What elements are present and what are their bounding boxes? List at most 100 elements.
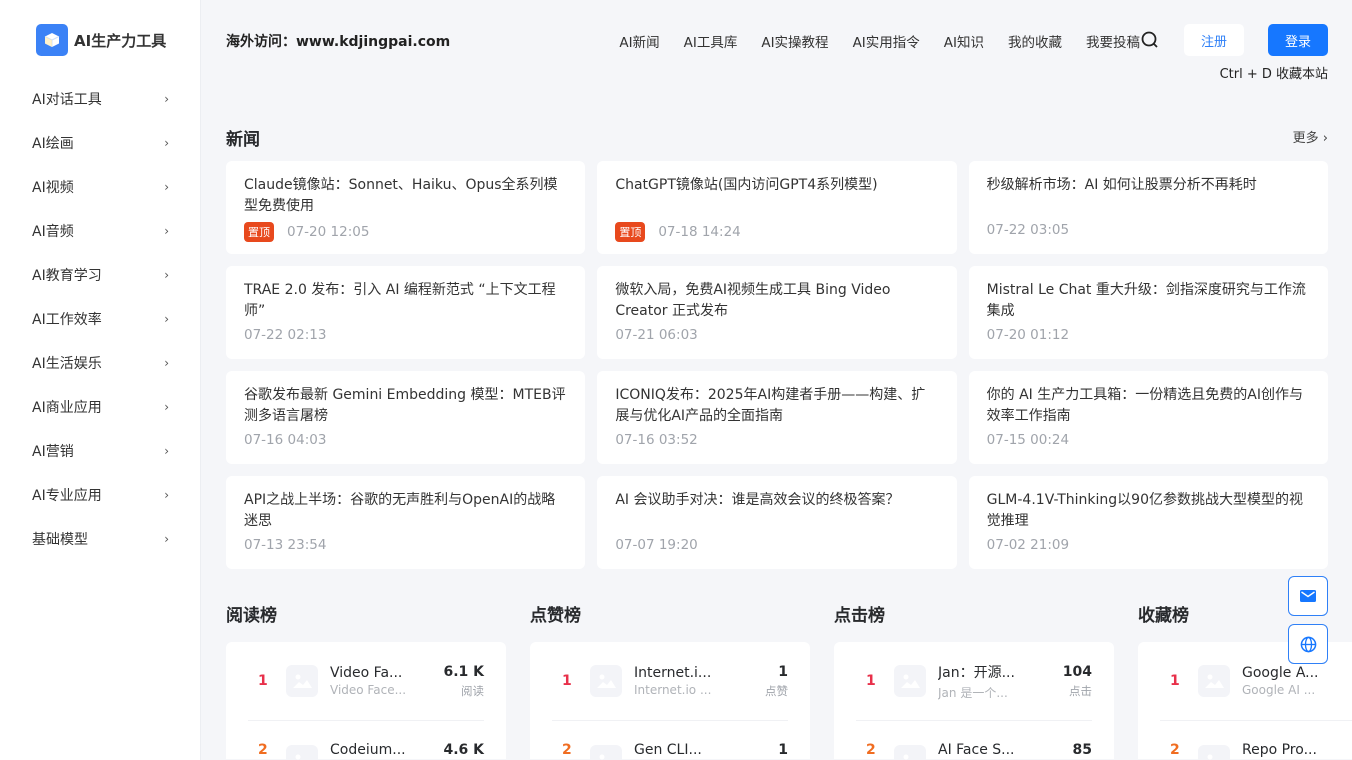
ranking-row[interactable]: 2 Gen CLI... 1 bbox=[552, 721, 788, 760]
sidebar-item[interactable]: AI工作效率 › bbox=[0, 297, 201, 341]
news-meta: 07-02 21:09 bbox=[987, 537, 1069, 553]
tool-name[interactable]: Codeium... bbox=[330, 742, 410, 759]
news-title[interactable]: 你的 AI 生产力工具箱：一份精选且免费的AI创作与效率工作指南 bbox=[987, 385, 1310, 427]
news-time: 07-22 02:13 bbox=[244, 327, 327, 343]
news-meta: 07-21 06:03 bbox=[615, 327, 697, 343]
top-nav-link[interactable]: AI工具库 bbox=[684, 31, 738, 51]
ranking-row[interactable]: 2 AI Face S... 85 bbox=[856, 721, 1092, 760]
sidebar-item[interactable]: AI生活娱乐 › bbox=[0, 341, 201, 385]
sidebar-item-label: AI生活娱乐 bbox=[32, 356, 102, 372]
tool-name[interactable]: Repo Pro... bbox=[1242, 742, 1322, 759]
stat-value: 1 bbox=[778, 663, 788, 680]
sidebar-item-label: AI视频 bbox=[32, 180, 74, 196]
globe-icon bbox=[1300, 636, 1316, 652]
brand-name: AI生产力工具 bbox=[74, 31, 167, 50]
news-title[interactable]: Mistral Le Chat 重大升级：剑指深度研究与工作流集成 bbox=[987, 280, 1310, 322]
mail-button[interactable] bbox=[1288, 576, 1328, 616]
ranking-row[interactable]: 1 Jan：开源... Jan 是一个... 104 点击 bbox=[856, 642, 1092, 721]
sidebar-item[interactable]: 基础模型 › bbox=[0, 517, 201, 561]
news-title[interactable]: 秒级解析市场：AI 如何让股票分析不再耗时 bbox=[987, 175, 1310, 217]
language-button[interactable] bbox=[1288, 624, 1328, 664]
news-title[interactable]: TRAE 2.0 发布：引入 AI 编程新范式 “上下文工程师” bbox=[244, 280, 567, 322]
register-button[interactable]: 注册 bbox=[1184, 24, 1244, 56]
news-title[interactable]: 谷歌发布最新 Gemini Embedding 模型：MTEB评测多语言屠榜 bbox=[244, 385, 567, 427]
search-icon[interactable] bbox=[1140, 30, 1160, 50]
chevron-right-icon: › bbox=[164, 312, 169, 326]
tool-desc: Internet.io ... bbox=[634, 683, 712, 697]
news-title[interactable]: AI 会议助手对决：谁是高效会议的终极答案？ bbox=[615, 490, 938, 532]
sidebar-item-label: AI音频 bbox=[32, 224, 74, 240]
tool-stat: 1 点赞 bbox=[765, 664, 788, 699]
sidebar-item-label: AI对话工具 bbox=[32, 92, 102, 108]
chevron-right-icon: › bbox=[164, 268, 169, 282]
news-title[interactable]: Claude镜像站：Sonnet、Haiku、Opus全系列模型免费使用 bbox=[244, 175, 567, 217]
sidebar-item[interactable]: AI音频 › bbox=[0, 209, 201, 253]
news-card[interactable]: 秒级解析市场：AI 如何让股票分析不再耗时 07-22 03:05 bbox=[968, 161, 1328, 254]
tool-name[interactable]: Google A... bbox=[1242, 665, 1322, 681]
sidebar-item[interactable]: AI绘画 › bbox=[0, 121, 201, 165]
news-time: 07-18 14:24 bbox=[658, 224, 741, 240]
news-title[interactable]: 微软入局，免费AI视频生成工具 Bing Video Creator 正式发布 bbox=[615, 280, 938, 322]
news-more-link[interactable]: 更多 › bbox=[1293, 127, 1328, 146]
news-meta: 07-07 19:20 bbox=[615, 537, 697, 553]
top-nav-link[interactable]: AI新闻 bbox=[619, 31, 659, 51]
news-card[interactable]: 微软入局，免费AI视频生成工具 Bing Video Creator 正式发布 0… bbox=[597, 266, 957, 359]
tool-name[interactable]: AI Face S... bbox=[938, 742, 1018, 759]
news-time: 07-16 03:52 bbox=[615, 432, 698, 448]
ranking-row[interactable]: 1 Video Fa... Video Face... 6.1 K 阅读 bbox=[248, 642, 484, 721]
sidebar-item[interactable]: AI专业应用 › bbox=[0, 473, 201, 517]
sidebar-item[interactable]: AI教育学习 › bbox=[0, 253, 201, 297]
tool-stat: 4.6 K bbox=[443, 742, 484, 759]
mail-icon bbox=[1300, 590, 1316, 602]
sidebar-item[interactable]: AI对话工具 › bbox=[0, 77, 201, 121]
top-nav-link[interactable]: AI知识 bbox=[944, 31, 984, 51]
stat-value: 4.6 K bbox=[443, 742, 484, 758]
top-nav-link[interactable]: 我的收藏 bbox=[1008, 31, 1062, 51]
news-card[interactable]: ChatGPT镜像站(国内访问GPT4系列模型) 置顶 07-18 14:24 bbox=[597, 161, 957, 254]
news-card[interactable]: API之战上半场：谷歌的无声胜利与OpenAI的战略迷思 07-13 23:54 bbox=[226, 476, 586, 569]
news-card[interactable]: AI 会议助手对决：谁是高效会议的终极答案？ 07-07 19:20 bbox=[597, 476, 957, 569]
tool-name[interactable]: Jan：开源... bbox=[938, 662, 1018, 682]
sidebar-item[interactable]: AI商业应用 › bbox=[0, 385, 201, 429]
news-card[interactable]: Mistral Le Chat 重大升级：剑指深度研究与工作流集成 07-20 0… bbox=[968, 266, 1328, 359]
chevron-right-icon: › bbox=[164, 488, 169, 502]
news-card[interactable]: ICONIQ发布：2025年AI构建者手册——构建、扩展与优化AI产品的全面指南… bbox=[597, 371, 957, 464]
news-card[interactable]: GLM-4.1V-Thinking以90亿参数挑战大型模型的视觉推理 07-02 … bbox=[968, 476, 1328, 569]
news-title[interactable]: API之战上半场：谷歌的无声胜利与OpenAI的战略迷思 bbox=[244, 490, 567, 532]
top-nav-link[interactable]: 我要投稿 bbox=[1086, 31, 1140, 51]
top-nav-link[interactable]: AI实用指令 bbox=[853, 31, 920, 51]
sidebar: AI生产力工具 AI对话工具 › AI绘画 › AI视频 › AI音频 › AI教育学习 › AI工… bbox=[0, 0, 201, 760]
news-card[interactable]: Claude镜像站：Sonnet、Haiku、Opus全系列模型免费使用 置顶 07… bbox=[226, 161, 586, 254]
ranking-card: 1 Internet.i... Internet.io ... 1 点赞 2 Gen CLI… bbox=[530, 642, 810, 760]
sidebar-item[interactable]: AI营销 › bbox=[0, 429, 201, 473]
news-grid: Claude镜像站：Sonnet、Haiku、Opus全系列模型免费使用 置顶 07… bbox=[226, 161, 1328, 569]
news-title[interactable]: ICONIQ发布：2025年AI构建者手册——构建、扩展与优化AI产品的全面指南 bbox=[615, 385, 938, 427]
news-card[interactable]: TRAE 2.0 发布：引入 AI 编程新范式 “上下文工程师” 07-22 02… bbox=[226, 266, 586, 359]
image-placeholder-icon bbox=[590, 745, 622, 760]
sidebar-item-label: AI专业应用 bbox=[32, 488, 102, 504]
stat-value: 6.1 K bbox=[443, 663, 484, 680]
logo[interactable]: AI生产力工具 bbox=[36, 24, 166, 56]
image-placeholder-icon bbox=[894, 745, 926, 760]
ranking-row[interactable]: 2 Repo Pro... bbox=[1160, 721, 1352, 760]
sidebar-item[interactable]: AI视频 › bbox=[0, 165, 201, 209]
news-card[interactable]: 你的 AI 生产力工具箱：一份精选且免费的AI创作与效率工作指南 07-15 00… bbox=[968, 371, 1328, 464]
chevron-right-icon: › bbox=[164, 444, 169, 458]
ranking-card: 1 Video Fa... Video Face... 6.1 K 阅读 2 Codeium… bbox=[226, 642, 506, 760]
login-button[interactable]: 登录 bbox=[1268, 24, 1328, 56]
news-time: 07-02 21:09 bbox=[986, 537, 1070, 553]
sidebar-item-label: AI教育学习 bbox=[32, 268, 102, 284]
news-card[interactable]: 谷歌发布最新 Gemini Embedding 模型：MTEB评测多语言屠榜 07… bbox=[226, 371, 586, 464]
ranking-row[interactable]: 2 Codeium... 4.6 K bbox=[248, 721, 484, 760]
top-nav-link[interactable]: AI实操教程 bbox=[761, 31, 828, 51]
news-meta: 07-13 23:54 bbox=[244, 537, 326, 553]
tool-name[interactable]: Internet.i... bbox=[634, 665, 714, 681]
image-placeholder-icon bbox=[286, 745, 318, 760]
tool-name[interactable]: Gen CLI... bbox=[634, 742, 714, 759]
news-title[interactable]: ChatGPT镜像站(国内访问GPT4系列模型) bbox=[615, 175, 938, 217]
tool-name[interactable]: Video Fa... bbox=[330, 665, 410, 681]
news-title[interactable]: GLM-4.1V-Thinking以90亿参数挑战大型模型的视觉推理 bbox=[987, 490, 1310, 532]
rank-number: 1 bbox=[1170, 673, 1180, 689]
image-placeholder-icon bbox=[894, 665, 926, 697]
ranking-row[interactable]: 1 Internet.i... Internet.io ... 1 点赞 bbox=[552, 642, 788, 721]
